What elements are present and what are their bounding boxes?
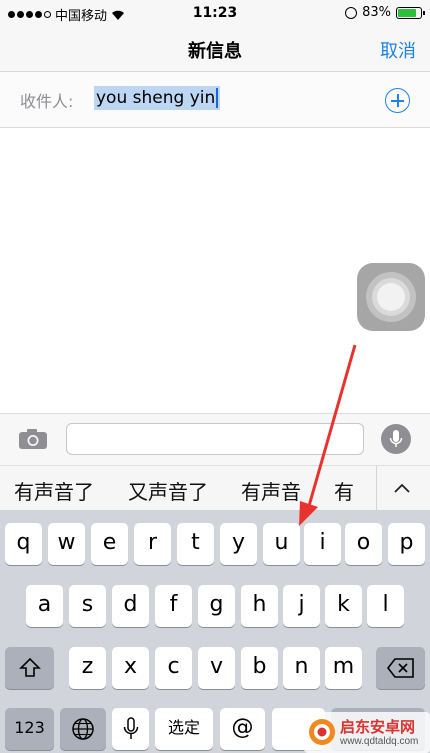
candidate-bar: 有声音了 又声音了 有声音 有 bbox=[0, 465, 430, 511]
cancel-button[interactable]: 取消 bbox=[380, 37, 416, 63]
watermark-logo-icon bbox=[309, 719, 335, 745]
numbers-key[interactable]: 123 bbox=[5, 708, 54, 750]
microphone-icon bbox=[389, 430, 403, 447]
key-m[interactable]: m bbox=[325, 647, 362, 689]
rotation-lock-icon bbox=[345, 6, 358, 19]
battery-icon bbox=[396, 6, 425, 19]
candidate-item[interactable]: 有 bbox=[334, 476, 354, 505]
backspace-icon bbox=[386, 658, 414, 678]
key-o[interactable]: o bbox=[345, 523, 382, 565]
recipient-row: 收件人: you sheng yin bbox=[0, 72, 430, 128]
key-v[interactable]: v bbox=[198, 647, 235, 689]
key-p[interactable]: p bbox=[388, 523, 425, 565]
candidate-item[interactable]: 又声音了 bbox=[128, 476, 208, 505]
message-input[interactable] bbox=[66, 423, 364, 455]
status-right: 83% bbox=[345, 5, 425, 20]
key-w[interactable]: w bbox=[48, 523, 85, 565]
key-h[interactable]: h bbox=[241, 585, 278, 627]
shift-key[interactable] bbox=[5, 647, 54, 689]
microphone-icon bbox=[123, 717, 138, 739]
key-z[interactable]: z bbox=[69, 647, 106, 689]
watermark-url: www.qdtaldq.com bbox=[340, 736, 419, 747]
key-r[interactable]: r bbox=[134, 523, 171, 565]
key-a[interactable]: a bbox=[26, 585, 63, 627]
select-key[interactable]: 选定 bbox=[155, 708, 213, 750]
key-x[interactable]: x bbox=[112, 647, 149, 689]
battery-percent: 83% bbox=[362, 5, 391, 20]
dictation-button[interactable] bbox=[381, 424, 411, 454]
at-key[interactable]: @ bbox=[220, 708, 265, 750]
key-l[interactable]: l bbox=[367, 585, 404, 627]
watermark: 启东安卓网 www.qdtaldq.com bbox=[304, 712, 430, 753]
status-bar: 中国移动 11:23 83% bbox=[0, 0, 430, 26]
key-e[interactable]: e bbox=[91, 523, 128, 565]
candidate-divider bbox=[376, 466, 377, 511]
globe-icon bbox=[72, 718, 94, 740]
page-title: 新信息 bbox=[188, 41, 242, 62]
chevron-up-icon[interactable] bbox=[394, 480, 410, 496]
shift-icon bbox=[18, 657, 41, 677]
key-u[interactable]: u bbox=[263, 523, 300, 565]
candidate-item[interactable]: 有声音了 bbox=[14, 476, 94, 505]
recipient-value: you sheng yin bbox=[96, 88, 216, 108]
compose-bar bbox=[0, 413, 430, 465]
recipient-input[interactable]: you sheng yin bbox=[94, 86, 221, 110]
dictation-key[interactable] bbox=[112, 708, 149, 750]
camera-icon[interactable] bbox=[18, 428, 48, 450]
key-y[interactable]: y bbox=[220, 523, 257, 565]
key-d[interactable]: d bbox=[112, 585, 149, 627]
key-f[interactable]: f bbox=[155, 585, 192, 627]
add-contact-button[interactable] bbox=[385, 88, 410, 113]
delete-key[interactable] bbox=[376, 647, 425, 689]
globe-key[interactable] bbox=[60, 708, 106, 750]
key-b[interactable]: b bbox=[241, 647, 278, 689]
key-c[interactable]: c bbox=[155, 647, 192, 689]
key-n[interactable]: n bbox=[283, 647, 320, 689]
key-k[interactable]: k bbox=[325, 585, 362, 627]
key-g[interactable]: g bbox=[198, 585, 235, 627]
assistive-touch-button[interactable] bbox=[357, 263, 425, 331]
candidate-item[interactable]: 有声音 bbox=[241, 476, 301, 505]
key-t[interactable]: t bbox=[177, 523, 214, 565]
watermark-title: 启东安卓网 bbox=[340, 718, 416, 736]
key-j[interactable]: j bbox=[283, 585, 320, 627]
key-s[interactable]: s bbox=[69, 585, 106, 627]
key-q[interactable]: q bbox=[5, 523, 42, 565]
nav-bar: 新信息 取消 bbox=[0, 26, 430, 72]
recipient-label: 收件人: bbox=[20, 92, 74, 111]
text-cursor bbox=[216, 88, 219, 108]
key-i[interactable]: i bbox=[304, 523, 341, 565]
